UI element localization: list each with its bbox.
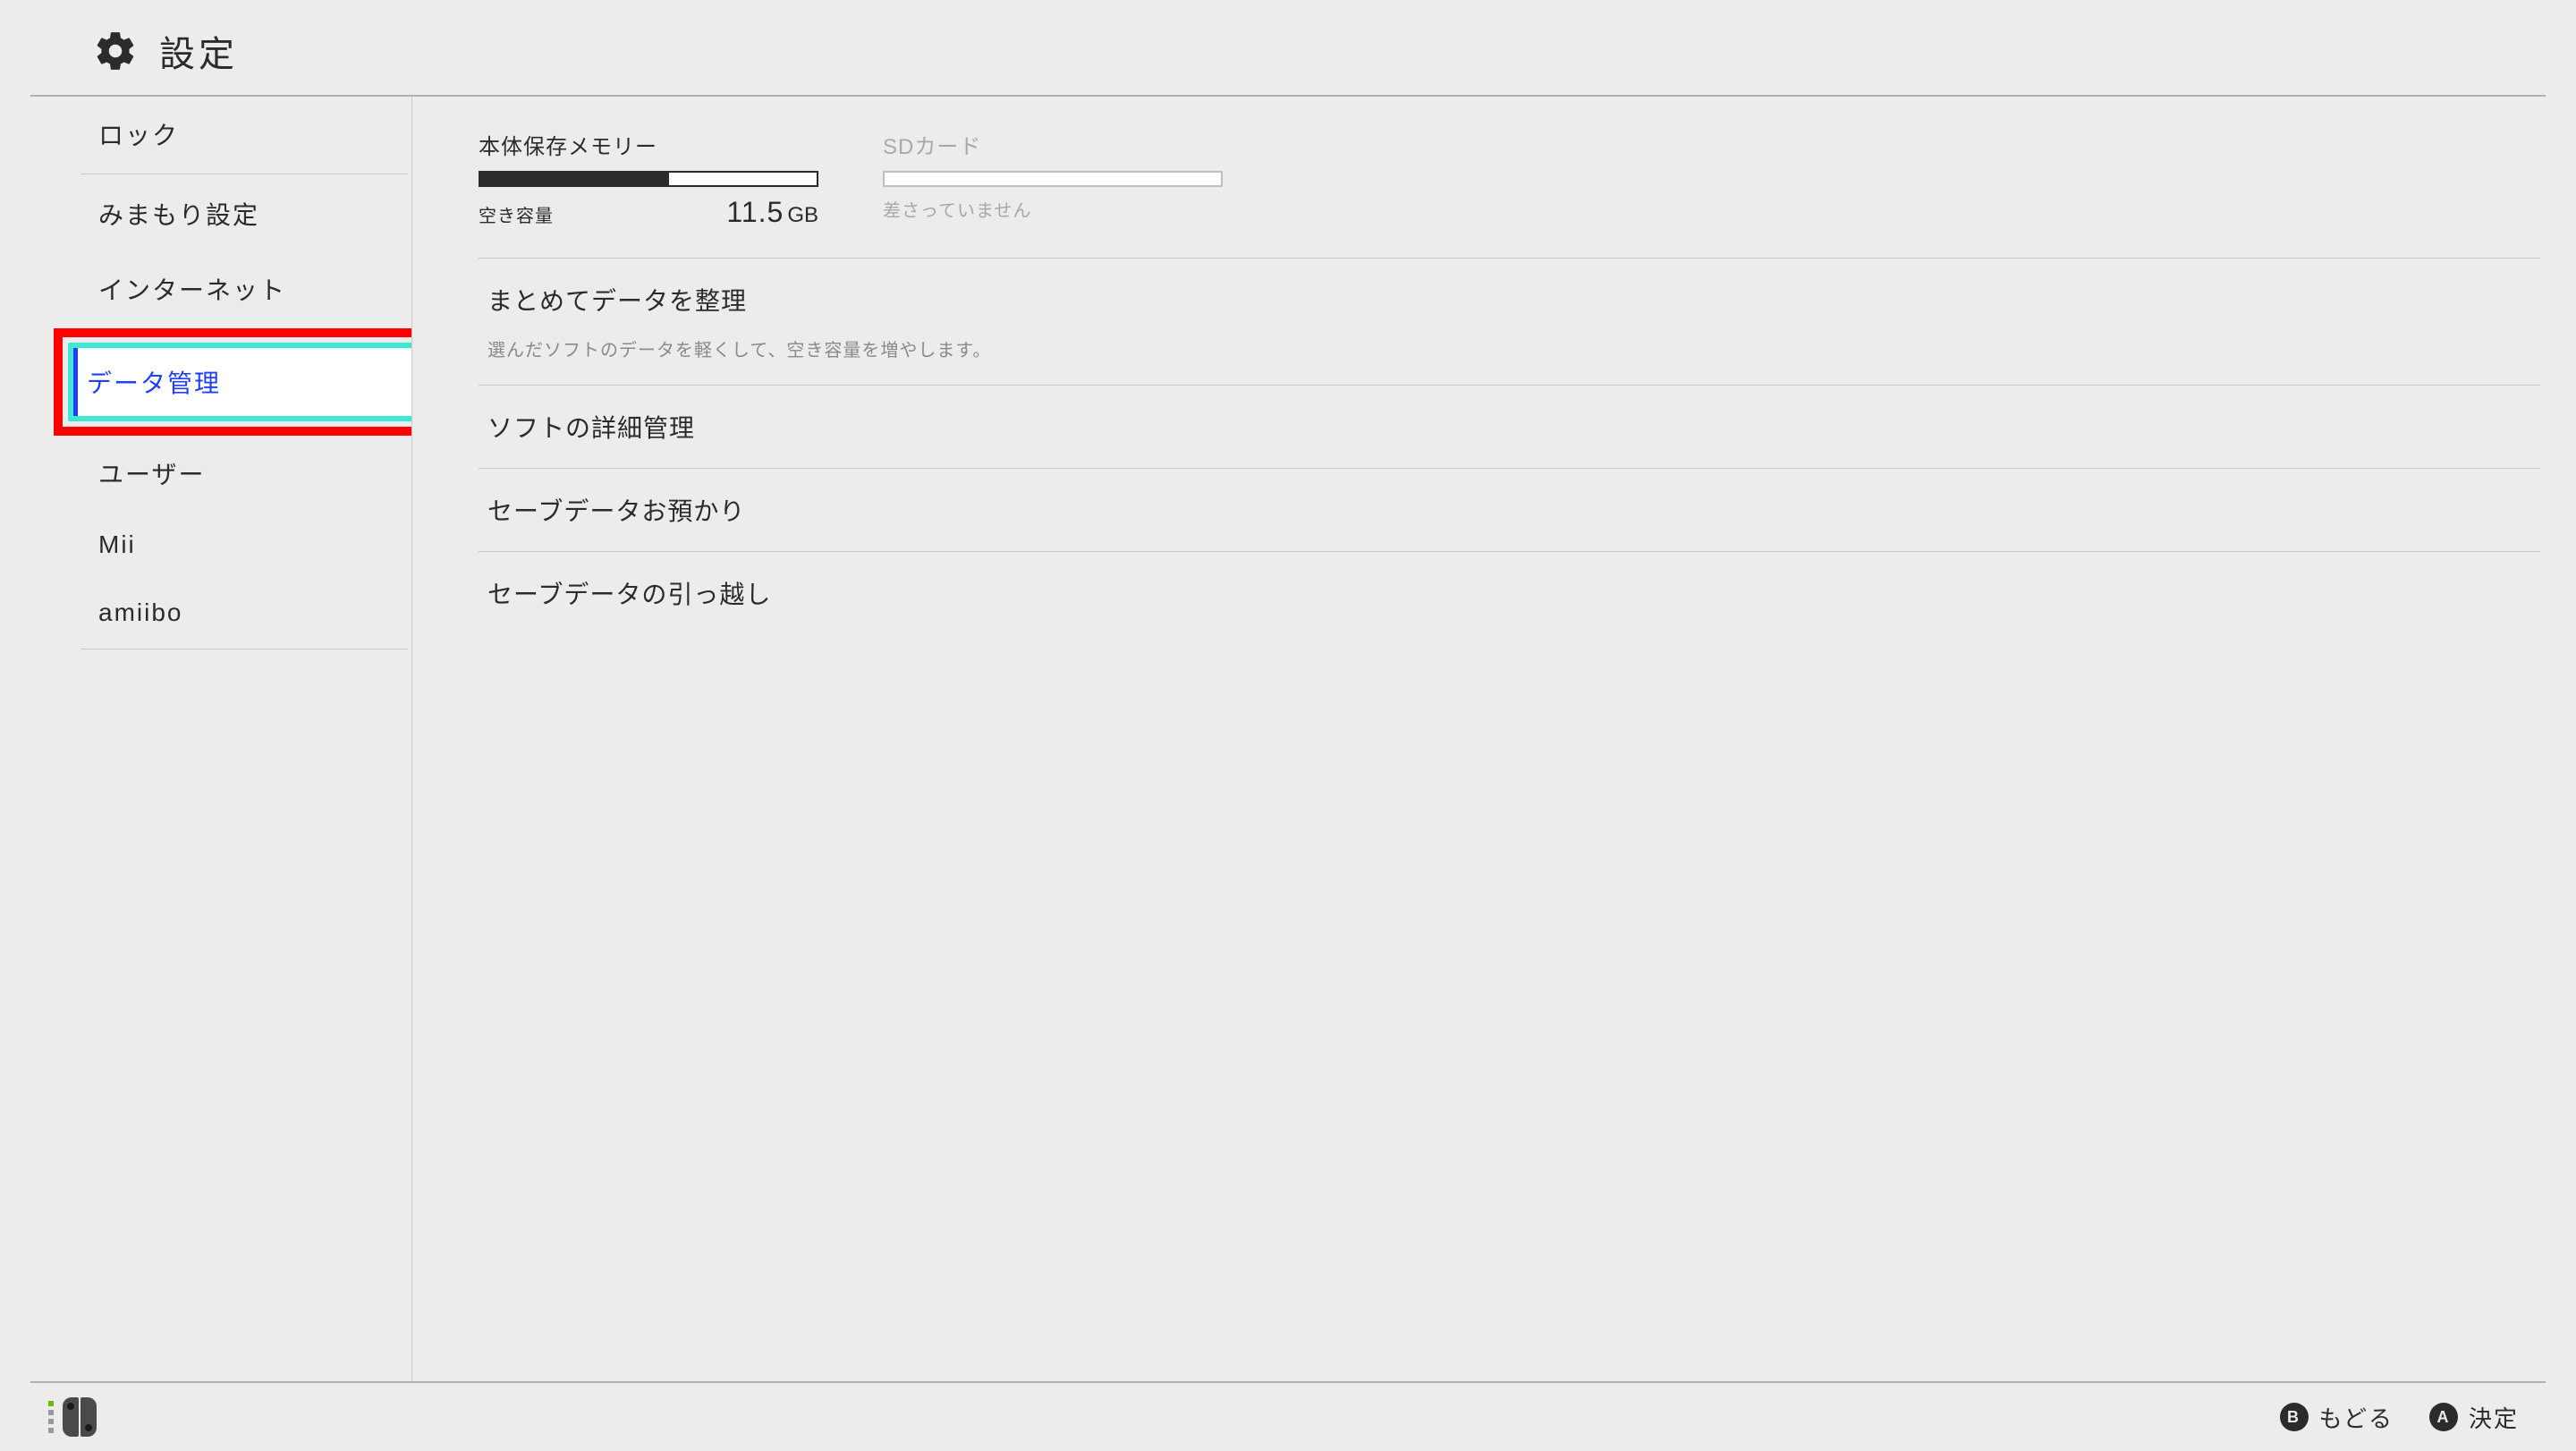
- internal-storage-bar-fill: [480, 173, 669, 185]
- sidebar-item-lock[interactable]: ロック: [80, 97, 408, 172]
- page-title: 設定: [159, 25, 238, 77]
- option-title: まとめてデータを整理: [487, 282, 2531, 318]
- confirm-button-label: 決定: [2469, 1401, 2519, 1434]
- sd-storage-bar: [883, 171, 1223, 187]
- b-button-icon: B: [2280, 1403, 2309, 1431]
- sidebar: ロック みまもり設定 インターネット データ管理 ユーザー Mii amiibo: [0, 97, 411, 1381]
- sidebar-item-amiibo[interactable]: amiibo: [80, 579, 408, 647]
- sd-storage-title: SDカード: [883, 129, 1223, 160]
- sd-not-inserted-label: 差さっていません: [883, 196, 1031, 222]
- settings-gear-icon: [93, 29, 138, 73]
- free-space-label: 空き容量: [479, 201, 554, 227]
- back-button[interactable]: B もどる: [2280, 1401, 2394, 1434]
- sd-storage-block: SDカード 差さっていません: [883, 129, 1223, 229]
- option-software-detail[interactable]: ソフトの詳細管理: [479, 386, 2540, 468]
- option-title: セーブデータの引っ越し: [487, 575, 2531, 611]
- back-button-label: もどる: [2319, 1401, 2394, 1434]
- a-button-icon: A: [2429, 1403, 2458, 1431]
- sidebar-item-parental[interactable]: みまもり設定: [80, 176, 408, 251]
- sidebar-item-label: データ管理: [73, 348, 411, 416]
- controller-status-icon: [48, 1397, 97, 1437]
- option-description: 選んだソフトのデータを軽くして、空き容量を増やします。: [487, 335, 2531, 361]
- sidebar-item-internet[interactable]: インターネット: [80, 251, 408, 327]
- internal-storage-block: 本体保存メモリー 空き容量 11.5GB: [479, 129, 818, 229]
- option-save-transfer[interactable]: セーブデータの引っ越し: [479, 552, 2540, 634]
- header: 設定: [30, 0, 2546, 97]
- confirm-button[interactable]: A 決定: [2429, 1401, 2519, 1434]
- option-title: セーブデータお預かり: [487, 492, 2531, 528]
- footer: B もどる A 決定: [30, 1381, 2546, 1451]
- internal-storage-title: 本体保存メモリー: [479, 129, 818, 160]
- option-save-cloud[interactable]: セーブデータお預かり: [479, 469, 2540, 551]
- sidebar-item-mii[interactable]: Mii: [80, 511, 408, 579]
- option-organize-data[interactable]: まとめてデータを整理 選んだソフトのデータを軽くして、空き容量を増やします。: [479, 259, 2540, 385]
- main-panel: 本体保存メモリー 空き容量 11.5GB SDカード 差さ: [411, 97, 2576, 1381]
- sidebar-item-data[interactable]: データ管理: [80, 328, 408, 436]
- sidebar-item-user[interactable]: ユーザー: [80, 436, 408, 511]
- internal-storage-bar: [479, 171, 818, 187]
- highlight-annotation: データ管理: [54, 328, 411, 436]
- option-title: ソフトの詳細管理: [487, 409, 2531, 445]
- free-space-value: 11.5GB: [726, 196, 818, 229]
